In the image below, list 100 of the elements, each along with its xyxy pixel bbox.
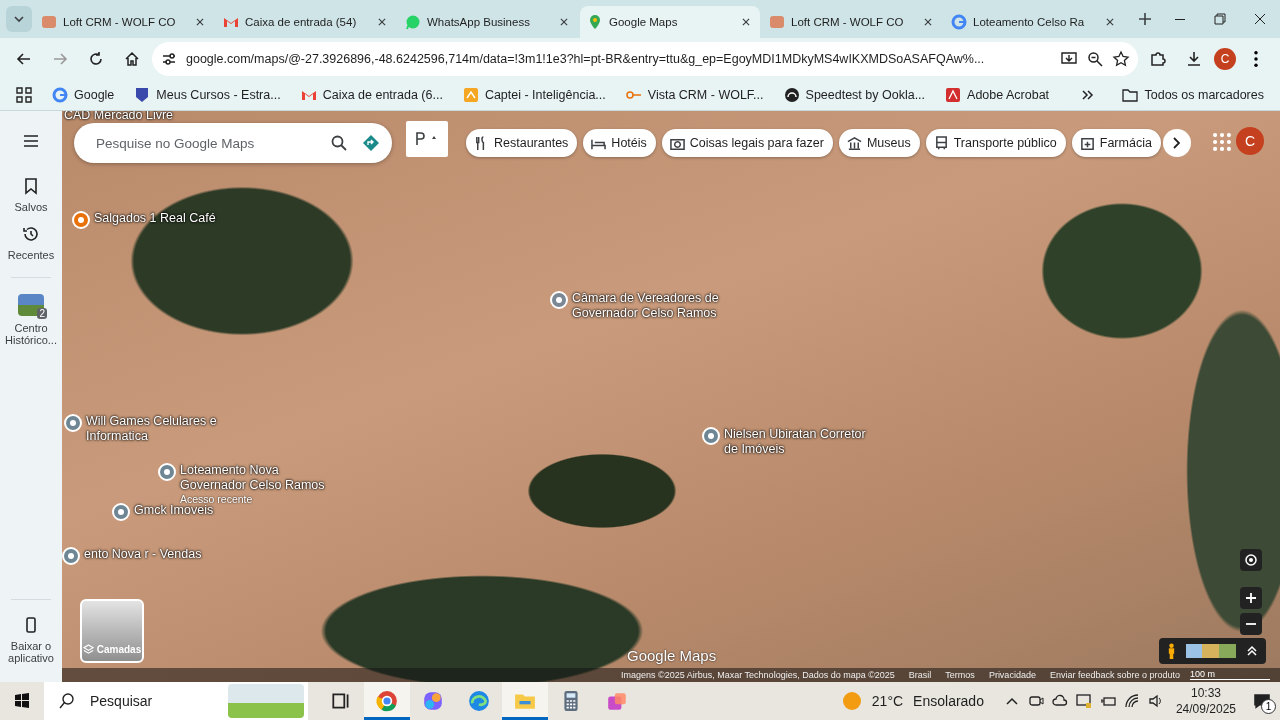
taskbar-search-field[interactable]: Pesquisar: [44, 682, 308, 720]
tab-search-button[interactable]: [6, 6, 32, 32]
bookmark-item[interactable]: Meus Cursos - Estra...: [126, 84, 289, 106]
rail-item[interactable]: Recentes: [1, 219, 61, 267]
scale-bar: 100 m: [1190, 669, 1270, 680]
minus-icon: [1246, 623, 1256, 625]
map-type-thumbnails[interactable]: [1186, 644, 1236, 658]
map-pin[interactable]: [64, 414, 82, 432]
map-pin[interactable]: [112, 503, 130, 521]
map-pin[interactable]: [72, 211, 90, 229]
restore-icon: [1211, 10, 1229, 28]
g-logo-icon: [52, 87, 68, 103]
category-chip[interactable]: Transporte público: [925, 129, 1066, 157]
bus-icon: [933, 135, 949, 151]
place-thumbnail: 2: [18, 294, 44, 316]
footer-link[interactable]: Enviar feedback sobre o produto: [1049, 670, 1180, 680]
search-icon[interactable]: [330, 134, 348, 152]
map-pin[interactable]: [62, 547, 80, 565]
browser-tab[interactable]: Loft CRM - WOLF CO: [762, 6, 942, 38]
pegman-icon[interactable]: [1167, 643, 1176, 659]
category-chip[interactable]: Coisas legais para fazer: [661, 129, 833, 157]
pharmacy-icon: [1079, 135, 1095, 151]
footer-link[interactable]: Brasil: [908, 670, 932, 680]
windows-logo-icon: [13, 692, 31, 710]
category-chip[interactable]: Restaurantes: [466, 129, 578, 157]
gauge-icon: [783, 87, 800, 103]
profile-avatar[interactable]: C: [1214, 48, 1236, 70]
browser-tab[interactable]: Loft CRM - WOLF CO: [34, 6, 214, 38]
museum-icon: [846, 135, 862, 151]
download-app-item[interactable]: Baixar o aplicativo: [1, 610, 61, 670]
wave-icon: [468, 690, 490, 712]
recent-place-item[interactable]: 2 Centro Histórico...: [1, 288, 61, 352]
category-chip[interactable]: Farmácia: [1071, 129, 1161, 157]
temperature[interactable]: 21°C: [871, 693, 904, 709]
footer-link[interactable]: Privacidade: [988, 670, 1036, 680]
bookmark-item[interactable]: Vista CRM - WOLF...: [617, 84, 772, 106]
logo-icon: [769, 14, 785, 30]
speaker-icon[interactable]: [1147, 693, 1164, 709]
category-chip[interactable]: Museus: [838, 129, 920, 157]
bookmark-item[interactable]: Caixa de entrada (6...: [292, 84, 451, 106]
download-icon: [1185, 50, 1203, 68]
url-text: google.com/maps/@-27.3926896,-48.6242596,714m/data=!3m1!1e3?hl=pt-BR&entry=ttu&g_ep=EgoyMDI1MDkyMS4wIKXMDSoASAFQAw%...: [186, 52, 986, 66]
caret-up-icon: [462, 87, 479, 103]
map-pin-icon: [587, 14, 603, 30]
bookmark-item[interactable]: Speedtest by Ookla...: [775, 84, 934, 106]
layers-icon: [82, 644, 94, 655]
shield-icon: [134, 87, 151, 103]
bookmark-item[interactable]: Adobe Acrobat: [937, 84, 1058, 106]
all-bookmarks-button[interactable]: Todos os marcadores: [1114, 84, 1272, 106]
place-label[interactable]: Salgados 1 Real Café: [94, 211, 244, 226]
map-pin[interactable]: [158, 463, 176, 481]
wifi-icon[interactable]: [1123, 693, 1140, 709]
account-avatar[interactable]: C: [1236, 127, 1264, 155]
browser-tab[interactable]: Loteamento Celso Ra: [944, 6, 1124, 38]
puzzle-icon: [1149, 50, 1167, 68]
more-icon: [1254, 51, 1258, 67]
plus-icon: [1136, 10, 1154, 28]
folder-icon: [1122, 87, 1139, 103]
zoom-icon[interactable]: [1086, 50, 1104, 68]
map-pin[interactable]: [702, 427, 720, 445]
my-location-button[interactable]: [1240, 549, 1262, 571]
camera-icon[interactable]: [1027, 693, 1044, 709]
category-chip[interactable]: Hotéis: [583, 129, 656, 157]
taskbar-search-input[interactable]: Pesquisar: [88, 692, 212, 710]
clock[interactable]: 10:33 24/09/2025: [1175, 684, 1236, 718]
weather-condition[interactable]: Ensolarado: [913, 693, 984, 709]
document-icon: [945, 87, 962, 103]
double-caret-up-icon[interactable]: [1246, 645, 1258, 657]
map-pin[interactable]: [550, 291, 568, 309]
next-chips-button[interactable]: [1162, 129, 1191, 157]
address-bar[interactable]: google.com/maps/@-27.3926896,-48.6242596,714m/data=!3m1!1e3?hl=pt-BR&entry=ttu&g_ep=EgoyMDI1MDkyMS4wIKXMDSoASAFQAw%...: [152, 42, 1138, 76]
chat-bubble-icon: [405, 14, 421, 30]
bookmark-item[interactable]: Captei - Inteligência...: [454, 84, 614, 106]
display-icon[interactable]: [1075, 693, 1092, 709]
directions-icon[interactable]: [362, 134, 380, 152]
site-settings-icon[interactable]: [160, 50, 178, 68]
chevron-right-icon: [1173, 137, 1181, 149]
bookmark-item[interactable]: Google: [44, 84, 123, 106]
search-input[interactable]: Pesquise no Google Maps: [94, 134, 316, 152]
star-icon[interactable]: [1112, 50, 1130, 68]
menu-icon: [22, 132, 40, 150]
browser-icon: [376, 690, 398, 712]
place-note: Acesso recente: [180, 493, 254, 505]
search-field[interactable]: Pesquise no Google Maps: [74, 123, 392, 163]
notifications-button[interactable]: 1: [1244, 682, 1280, 720]
apps-grid-icon: [1213, 132, 1231, 151]
cloud-icon[interactable]: [1051, 693, 1068, 709]
history-icon: [22, 225, 40, 243]
browser-tab[interactable]: Google Maps: [580, 6, 760, 38]
swirl-icon: [422, 690, 444, 712]
location-target-icon: [1242, 551, 1260, 569]
parking-layer-button[interactable]: [406, 121, 448, 157]
zoom-in-button[interactable]: [1240, 587, 1262, 609]
rail-item[interactable]: Salvos: [1, 171, 61, 219]
browser-tab[interactable]: Caixa de entrada (54): [216, 6, 396, 38]
logo-icon: [41, 14, 57, 30]
zoom-out-button[interactable]: [1240, 613, 1262, 635]
reload-icon: [87, 50, 105, 68]
browser-tab[interactable]: WhatsApp Business: [398, 6, 578, 38]
footer-link[interactable]: Termos: [945, 670, 975, 680]
